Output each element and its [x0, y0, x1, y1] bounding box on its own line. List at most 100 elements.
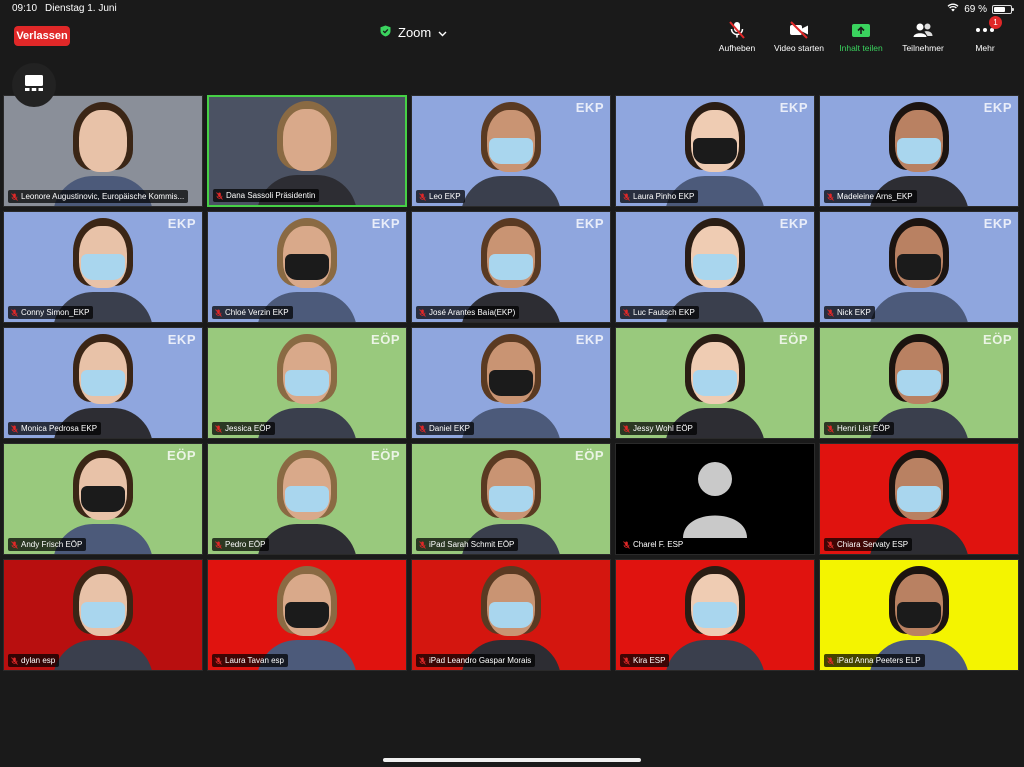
- participant-name: Dana Sassoli Präsidentin: [226, 191, 316, 200]
- mic-muted-icon: [623, 656, 630, 665]
- participant-name-tag: Jessy Wohl EÖP: [620, 422, 697, 435]
- participant-tile[interactable]: EKP Leo EKP: [411, 95, 611, 207]
- mic-muted-icon: [11, 192, 18, 201]
- participant-name: Kira ESP: [633, 656, 666, 665]
- mic-muted-icon: [623, 540, 630, 549]
- participant-name: iPad Leandro Gaspar Morais: [429, 656, 532, 665]
- participant-name-tag: José Arantes Baía(EKP): [416, 306, 520, 319]
- participant-name-tag: Luc Fautsch EKP: [620, 306, 699, 319]
- status-indicators: 69 %: [947, 3, 1014, 15]
- participant-tile[interactable]: iPad Leandro Gaspar Morais: [411, 559, 611, 671]
- participant-name-tag: Daniel EKP: [416, 422, 474, 435]
- mic-muted-icon: [215, 656, 222, 665]
- participant-tile[interactable]: EÖP iPad Sarah Schmit EÖP: [411, 443, 611, 555]
- mic-muted-icon: [623, 192, 630, 201]
- status-bar: 09:10 Dienstag 1. Juni 69 %: [0, 0, 1024, 18]
- leave-button[interactable]: Verlassen: [14, 26, 70, 46]
- mic-muted-icon: [419, 308, 426, 317]
- participant-name-tag: iPad Leandro Gaspar Morais: [416, 654, 536, 667]
- home-indicator[interactable]: [383, 758, 641, 762]
- participant-tile[interactable]: Kira ESP: [615, 559, 815, 671]
- participant-tile[interactable]: Leonore Augustinovic, Europäische Kommis…: [3, 95, 203, 207]
- start-video-button[interactable]: Video starten: [768, 20, 830, 53]
- participant-name-tag: Jessica EÖP: [212, 422, 275, 435]
- participant-name-tag: Pedro EÖP: [212, 538, 270, 551]
- participant-name: Charel F. ESP: [633, 540, 684, 549]
- mic-muted-icon: [827, 656, 834, 665]
- participant-name: Laura Pinho EKP: [633, 192, 695, 201]
- participant-tile[interactable]: Dana Sassoli Präsidentin: [207, 95, 407, 207]
- start-video-label: Video starten: [774, 43, 824, 53]
- participant-name: Jessy Wohl EÖP: [633, 424, 693, 433]
- more-label: Mehr: [975, 43, 995, 53]
- participant-name-tag: iPad Anna Peeters ELP: [824, 654, 925, 667]
- battery-icon: [992, 4, 1014, 14]
- participant-name: Madeleine Arns_EKP: [837, 192, 913, 201]
- participant-tile[interactable]: EÖP Andy Frisch EÖP: [3, 443, 203, 555]
- participant-tile[interactable]: EKP José Arantes Baía(EKP): [411, 211, 611, 323]
- participant-name-tag: Laura Tavan esp: [212, 654, 289, 667]
- participant-tile[interactable]: EÖP Jessy Wohl EÖP: [615, 327, 815, 439]
- gallery-layout-button[interactable]: [12, 63, 56, 107]
- gallery-view-icon: [24, 74, 44, 97]
- participant-tile[interactable]: EKP Luc Fautsch EKP: [615, 211, 815, 323]
- participant-name: Chiara Servaty ESP: [837, 540, 909, 549]
- participant-name-tag: Charel F. ESP: [620, 538, 688, 551]
- participant-name-tag: Dana Sassoli Präsidentin: [213, 189, 320, 202]
- mic-muted-icon: [216, 191, 223, 200]
- unmute-label: Aufheben: [718, 43, 756, 53]
- meeting-title-dropdown[interactable]: Zoom: [380, 25, 447, 40]
- share-content-button[interactable]: Inhalt teilen: [830, 20, 892, 53]
- participant-tile[interactable]: EKP Madeleine Arns_EKP: [819, 95, 1019, 207]
- more-button[interactable]: 1 Mehr: [954, 16, 1016, 53]
- participant-name: iPad Sarah Schmit EÖP: [429, 540, 515, 549]
- participant-name-tag: Chloé Verzin EKP: [212, 306, 293, 319]
- participant-tile[interactable]: EKP Laura Pinho EKP: [615, 95, 815, 207]
- participant-name: Henri List EÖP: [837, 424, 890, 433]
- participant-name-tag: Monica Pedrosa EKP: [8, 422, 102, 435]
- date: Dienstag 1. Juni: [45, 3, 117, 14]
- mic-muted-icon: [215, 540, 222, 549]
- participant-name-tag: Chiara Servaty ESP: [824, 538, 913, 551]
- participant-tile[interactable]: Laura Tavan esp: [207, 559, 407, 671]
- participant-name: Conny Simon_EKP: [21, 308, 90, 317]
- participant-tile[interactable]: dylan esp: [3, 559, 203, 671]
- participant-tile[interactable]: Charel F. ESP: [615, 443, 815, 555]
- participants-label: Teilnehmer: [902, 43, 944, 53]
- participant-name-tag: Madeleine Arns_EKP: [824, 190, 917, 203]
- participant-tile[interactable]: EÖP Pedro EÖP: [207, 443, 407, 555]
- video-off-icon: [788, 20, 810, 40]
- participant-name-tag: Andy Frisch EÖP: [8, 538, 87, 551]
- unmute-button[interactable]: Aufheben: [706, 20, 768, 53]
- battery-percent: 69 %: [964, 3, 987, 15]
- participant-name-tag: Conny Simon_EKP: [8, 306, 94, 319]
- participant-tile[interactable]: EKP Conny Simon_EKP: [3, 211, 203, 323]
- participant-tile[interactable]: EKP Monica Pedrosa EKP: [3, 327, 203, 439]
- participant-tile[interactable]: Chiara Servaty ESP: [819, 443, 1019, 555]
- participant-tile[interactable]: EKP Chloé Verzin EKP: [207, 211, 407, 323]
- participant-name: Leo EKP: [429, 192, 461, 201]
- participant-name: Jessica EÖP: [225, 424, 271, 433]
- participant-tile[interactable]: EÖP Henri List EÖP: [819, 327, 1019, 439]
- mic-muted-icon: [827, 308, 834, 317]
- participant-name-tag: Leo EKP: [416, 190, 465, 203]
- participant-tile[interactable]: EÖP Jessica EÖP: [207, 327, 407, 439]
- mic-off-icon: [727, 20, 747, 40]
- participant-tile[interactable]: EKP Daniel EKP: [411, 327, 611, 439]
- participant-name: Daniel EKP: [429, 424, 470, 433]
- participant-name: Luc Fautsch EKP: [633, 308, 695, 317]
- meeting-title: Zoom: [398, 25, 432, 40]
- mic-muted-icon: [215, 308, 222, 317]
- clock: 09:10: [12, 3, 38, 14]
- participant-name: iPad Anna Peeters ELP: [837, 656, 921, 665]
- participant-name: Nick EKP: [837, 308, 871, 317]
- participant-name: Laura Tavan esp: [225, 656, 285, 665]
- participants-icon: [912, 20, 934, 40]
- mic-muted-icon: [215, 424, 222, 433]
- participant-name-tag: Kira ESP: [620, 654, 670, 667]
- mic-muted-icon: [11, 656, 18, 665]
- wifi-icon: [947, 3, 959, 15]
- participants-button[interactable]: Teilnehmer: [892, 20, 954, 53]
- participant-tile[interactable]: EKP Nick EKP: [819, 211, 1019, 323]
- participant-tile[interactable]: iPad Anna Peeters ELP: [819, 559, 1019, 671]
